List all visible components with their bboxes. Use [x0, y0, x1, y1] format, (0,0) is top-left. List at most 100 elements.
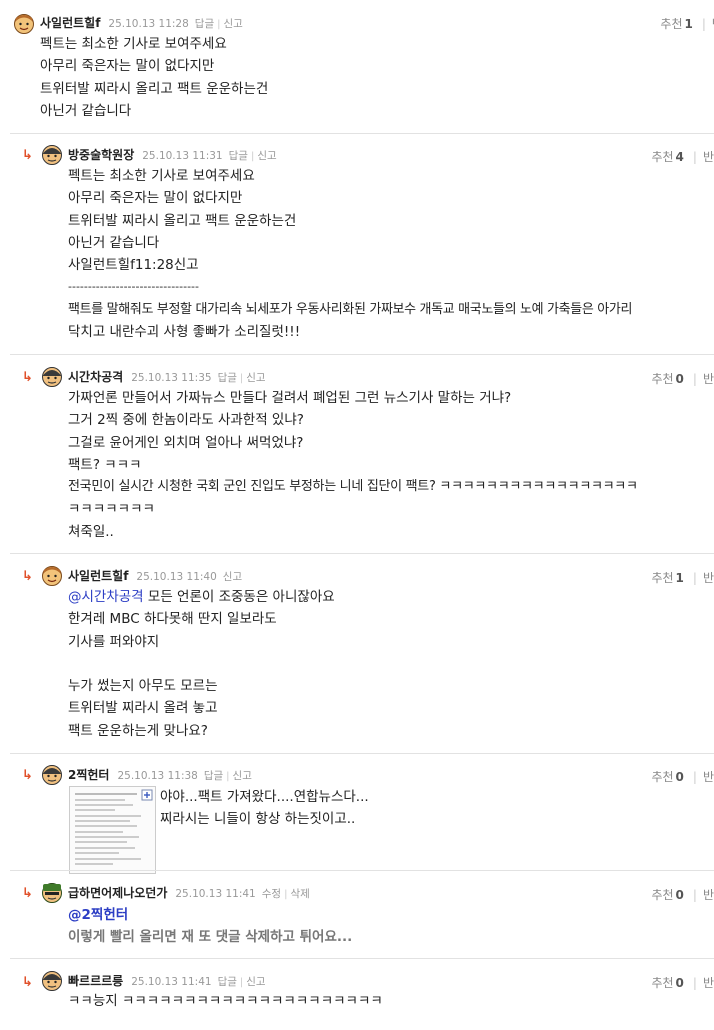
recommend-count: 0: [675, 372, 684, 386]
comment-date: 25.10.13 11:40: [136, 571, 217, 583]
comment-line: 트위터발 찌라시 올리고 팩트 운운하는건: [40, 80, 269, 97]
attached-image[interactable]: [69, 786, 156, 874]
reply-arrow-icon: ↳: [22, 975, 33, 990]
recommend-count: 0: [675, 770, 684, 784]
comment-line: 전국민이 실시간 시청한 국회 군인 진입도 부정하는 니네 집단이 팩트? ㅋ…: [68, 479, 638, 495]
nickname[interactable]: 사일런트힐f: [40, 16, 100, 30]
oppose-button[interactable]: 반: [703, 888, 714, 902]
comment-line: 가짜언론 만들어서 가짜뉴스 만들다 걸려서 폐업된 그런 뉴스기사 말하는 거…: [68, 390, 512, 406]
comment-line: 펙트는 최소한 기사로 보여주세요: [68, 168, 255, 184]
comment-meta: 급하면어제나오던가 25.10.13 11:41 수정 | 삭제: [68, 884, 310, 901]
oppose-button[interactable]: 반: [703, 150, 714, 164]
avatar-icon[interactable]: [41, 564, 63, 586]
nickname[interactable]: 시간차공격: [68, 370, 123, 384]
reply-link[interactable]: 답글: [218, 976, 237, 988]
comment-line: 팩트를 말해줘도 부정할 대가리속 뇌세포가 우동사리화된 가짜보수 개독교 매…: [68, 301, 633, 317]
comment-line: 사일런트힐f11:28신고: [68, 257, 199, 274]
edit-link[interactable]: 수정: [262, 888, 281, 900]
reply-link[interactable]: 답글: [204, 770, 223, 782]
report-link[interactable]: 신고: [246, 372, 265, 384]
comment-meta: 사일런트힐f 25.10.13 11:40 신고: [68, 567, 242, 584]
comment-line: 아무리 죽은자는 말이 없다지만: [40, 58, 215, 75]
avatar-icon[interactable]: [41, 365, 63, 387]
recommend-count: 4: [675, 150, 684, 164]
nickname[interactable]: 급하면어제나오던가: [68, 886, 167, 900]
oppose-button[interactable]: 반: [703, 770, 714, 784]
separator: |: [250, 151, 255, 162]
separator: |: [692, 372, 697, 386]
comment-line: 그걸로 윤어게인 외치며 얼아나 써먹었냐?: [68, 434, 304, 451]
separator: |: [284, 889, 288, 900]
comment-line: 아닌거 같습니다: [40, 102, 132, 119]
recommend-button[interactable]: 추천 1: [660, 17, 695, 31]
comment-line: 찌라시는 니들이 항상 하는짓이고..: [160, 811, 356, 828]
comment-line: ㅋㅋㅋㅋㅋㅋㅋ: [68, 501, 155, 518]
recommend-count: 0: [675, 888, 684, 902]
recommend-button[interactable]: 추천 1: [651, 571, 686, 585]
comment-line: 누가 썼는지 아무도 모르는: [68, 678, 218, 695]
oppose-button[interactable]: 반: [703, 372, 714, 386]
comment-meta: 시간차공격 25.10.13 11:35 답글 | 신고: [68, 368, 266, 385]
recommend-count: 0: [675, 976, 684, 990]
separator: |: [239, 373, 244, 384]
comment-line: 아무리 죽은자는 말이 없다지만: [68, 190, 243, 207]
reply-link[interactable]: 답글: [229, 150, 248, 162]
nickname[interactable]: 방중술학원장: [68, 148, 134, 162]
delete-link[interactable]: 삭제: [290, 888, 309, 900]
separator: |: [692, 888, 697, 902]
separator: |: [701, 17, 706, 31]
reply-arrow-icon: ↳: [22, 569, 33, 584]
avatar-icon[interactable]: [13, 12, 35, 34]
mention-link[interactable]: @시간차공격: [68, 589, 144, 605]
comment-line: 팩트? ㅋㅋㅋ: [68, 456, 142, 473]
nickname[interactable]: 사일런트힐f: [68, 569, 128, 583]
report-link[interactable]: 신고: [233, 770, 252, 782]
recommend-button[interactable]: 추천 4: [651, 150, 686, 164]
comment-line: 쳐죽일..: [68, 523, 114, 540]
oppose-button[interactable]: 반: [703, 571, 714, 585]
divider: [10, 958, 714, 959]
comment-line: 트위터발 찌라시 올려 놓고: [68, 700, 218, 717]
avatar-icon[interactable]: [41, 143, 63, 165]
nickname[interactable]: 빠르르르릉: [68, 974, 123, 988]
comment-body: 가짜언론 만들어서 가짜뉴스 만들다 걸려서 폐업된 그런 뉴스기사 말하는 거…: [68, 387, 638, 543]
separator: |: [239, 977, 244, 988]
mention-link[interactable]: @2찍헌터: [68, 907, 128, 923]
separator: |: [692, 571, 697, 585]
reply-arrow-icon: ↳: [22, 768, 33, 783]
recommend-button[interactable]: 추천 0: [651, 888, 686, 902]
oppose-button[interactable]: 반: [703, 976, 714, 990]
reply-arrow-icon: ↳: [22, 370, 33, 385]
comment-line: 아닌거 같습니다: [68, 234, 160, 251]
comment-line: 한겨레 MBC 하다못해 딴지 일보라도: [68, 611, 277, 628]
comment-date: 25.10.13 11:28: [108, 18, 189, 30]
report-link[interactable]: 신고: [246, 976, 265, 988]
vote-area: 추천 0 | 반: [651, 886, 714, 903]
comment-line: 야야...팩트 가져왔다....연합뉴스다...: [160, 789, 369, 805]
comment-date: 25.10.13 11:41: [131, 976, 212, 988]
recommend-count: 1: [684, 17, 693, 31]
divider: [10, 553, 714, 554]
avatar-icon[interactable]: [41, 763, 63, 785]
comment-meta: 빠르르르릉 25.10.13 11:41 답글 | 신고: [68, 972, 266, 989]
comment-meta: 사일런트힐f 25.10.13 11:28 답글 | 신고: [40, 14, 243, 31]
reply-link[interactable]: 답글: [218, 372, 237, 384]
recommend-button[interactable]: 추천 0: [651, 770, 686, 784]
comment-line: @시간차공격 모든 언론이 조중동은 아니잖아요: [68, 589, 335, 605]
divider: [10, 870, 714, 871]
recommend-button[interactable]: 추천 0: [651, 976, 686, 990]
report-link[interactable]: 신고: [223, 571, 242, 583]
recommend-button[interactable]: 추천 0: [651, 372, 686, 386]
comment-line: 이렇게 빨리 올리면 재 또 댓글 삭제하고 튀어요...: [68, 929, 353, 946]
avatar-icon[interactable]: [41, 881, 63, 903]
vote-area: 추천 0 | 반: [651, 974, 714, 991]
report-link[interactable]: 신고: [257, 150, 276, 162]
divider: [10, 354, 714, 355]
comment-line: 팩트 운운하는게 맞나요?: [68, 722, 208, 739]
reply-link[interactable]: 답글: [195, 18, 214, 30]
report-link[interactable]: 신고: [223, 18, 242, 30]
nickname[interactable]: 2찍헌터: [68, 768, 109, 782]
comment-body: 펙트는 최소한 기사로 보여주세요 아무리 죽은자는 말이 없다지만 트위터발 …: [40, 33, 268, 122]
avatar-icon[interactable]: [41, 969, 63, 991]
comment-body: @시간차공격 모든 언론이 조중동은 아니잖아요 한겨레 MBC 하다못해 딴지…: [68, 586, 335, 742]
